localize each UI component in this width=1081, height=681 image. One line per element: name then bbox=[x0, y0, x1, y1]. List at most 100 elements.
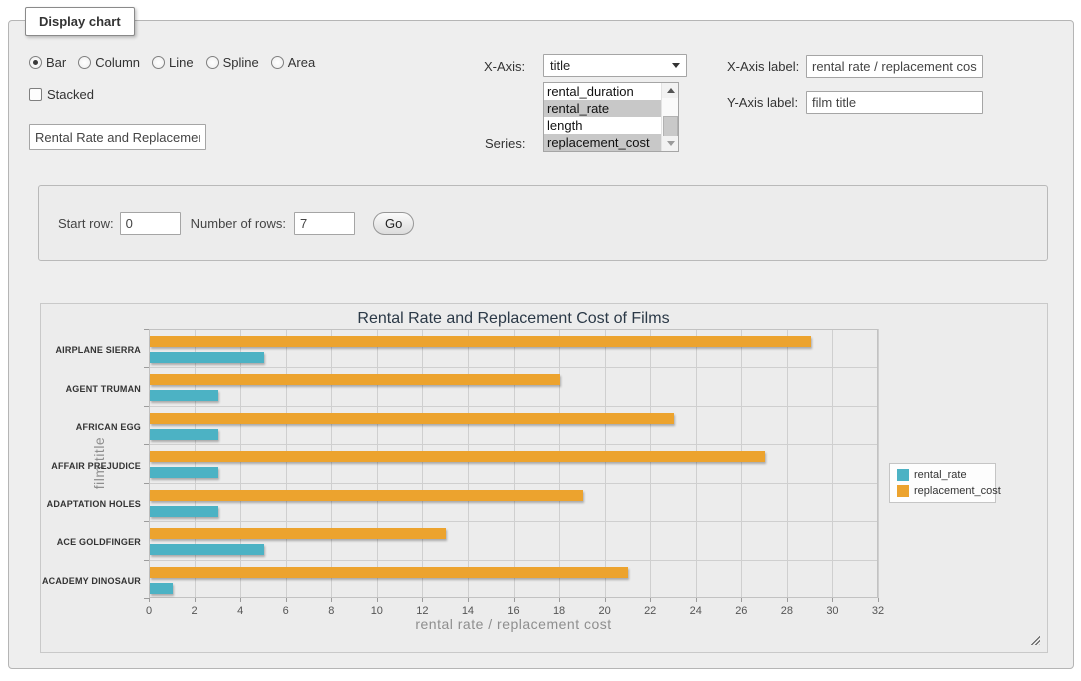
bar-rental_rate-ace-goldfinger[interactable] bbox=[150, 544, 264, 555]
bar-rental_rate-agent-truman[interactable] bbox=[150, 390, 218, 401]
bar-rental_rate-airplane-sierra[interactable] bbox=[150, 352, 264, 363]
category-label: AFFAIR PREJUDICE bbox=[41, 461, 141, 471]
plot-area bbox=[149, 329, 878, 598]
x-tick bbox=[605, 598, 606, 602]
x-tick bbox=[696, 598, 697, 602]
x-tick bbox=[422, 598, 423, 602]
chart-type-radio-spline[interactable]: Spline bbox=[206, 55, 259, 70]
series-multiselect[interactable]: rental_durationrental_ratelengthreplacem… bbox=[543, 82, 679, 152]
radio-icon bbox=[29, 56, 42, 69]
y-axis-label-input[interactable] bbox=[806, 91, 983, 114]
x-axis-title: rental rate / replacement cost bbox=[149, 616, 878, 632]
bar-replacement_cost-airplane-sierra[interactable] bbox=[150, 336, 811, 347]
y-tick bbox=[144, 367, 149, 368]
bar-replacement_cost-affair-prejudice[interactable] bbox=[150, 451, 765, 462]
x-tick-label: 30 bbox=[817, 605, 847, 617]
stacked-checkbox[interactable] bbox=[29, 88, 42, 101]
panel-title: Display chart bbox=[25, 7, 135, 36]
x-axis-label-input[interactable] bbox=[806, 55, 983, 78]
chevron-down-icon bbox=[672, 63, 680, 68]
y-axis-label-field-label: Y-Axis label: bbox=[727, 95, 798, 110]
category-label: AIRPLANE SIERRA bbox=[41, 345, 141, 355]
radio-icon bbox=[152, 56, 165, 69]
x-tick-label: 22 bbox=[635, 605, 665, 617]
scrollbar-thumb[interactable] bbox=[663, 116, 678, 138]
x-tick bbox=[650, 598, 651, 602]
chart-type-radio-column[interactable]: Column bbox=[78, 55, 140, 70]
series-option-rental_duration[interactable]: rental_duration bbox=[544, 83, 661, 100]
x-tick-label: 12 bbox=[407, 605, 437, 617]
x-tick bbox=[149, 598, 150, 602]
go-button[interactable]: Go bbox=[373, 212, 414, 235]
legend-swatch bbox=[897, 469, 909, 481]
x-tick-label: 32 bbox=[863, 605, 893, 617]
bar-replacement_cost-adaptation-holes[interactable] bbox=[150, 490, 583, 501]
start-row-label: Start row: bbox=[58, 216, 114, 231]
number-of-rows-input[interactable] bbox=[294, 212, 355, 235]
x-axis-select-label: X-Axis: bbox=[484, 59, 525, 74]
chart-type-radio-line[interactable]: Line bbox=[152, 55, 194, 70]
legend-item-replacement_cost[interactable]: replacement_cost bbox=[897, 485, 988, 497]
radio-icon bbox=[206, 56, 219, 69]
chart-type-radio-group: Bar Column Line Spline Area bbox=[29, 55, 315, 70]
x-tick-label: 6 bbox=[271, 605, 301, 617]
bar-replacement_cost-academy-dinosaur[interactable] bbox=[150, 567, 628, 578]
radio-label: Area bbox=[288, 55, 315, 70]
category-label: ACE GOLDFINGER bbox=[41, 537, 141, 547]
x-tick-label: 10 bbox=[362, 605, 392, 617]
arrow-down-icon bbox=[667, 141, 675, 146]
series-option-rental_rate[interactable]: rental_rate bbox=[544, 100, 661, 117]
x-tick-label: 2 bbox=[180, 605, 210, 617]
stacked-label: Stacked bbox=[47, 87, 94, 102]
radio-label: Line bbox=[169, 55, 194, 70]
x-tick bbox=[741, 598, 742, 602]
x-tick bbox=[195, 598, 196, 602]
x-tick bbox=[832, 598, 833, 602]
chart: Rental Rate and Replacement Cost of Film… bbox=[40, 303, 1048, 653]
x-tick-label: 18 bbox=[544, 605, 574, 617]
x-tick bbox=[240, 598, 241, 602]
category-label: AGENT TRUMAN bbox=[41, 384, 141, 394]
x-tick-label: 26 bbox=[726, 605, 756, 617]
bar-replacement_cost-african-egg[interactable] bbox=[150, 413, 674, 424]
series-option-replacement_cost[interactable]: replacement_cost bbox=[544, 134, 661, 151]
x-axis-select[interactable]: title bbox=[543, 54, 687, 77]
bar-rental_rate-academy-dinosaur[interactable] bbox=[150, 583, 173, 594]
series-select-label: Series: bbox=[485, 136, 525, 151]
chart-title-input[interactable] bbox=[29, 124, 206, 150]
bar-replacement_cost-ace-goldfinger[interactable] bbox=[150, 528, 446, 539]
y-tick bbox=[144, 406, 149, 407]
legend-label: replacement_cost bbox=[914, 485, 1001, 497]
bar-rental_rate-adaptation-holes[interactable] bbox=[150, 506, 218, 517]
chart-type-radio-bar[interactable]: Bar bbox=[29, 55, 66, 70]
bar-rental_rate-affair-prejudice[interactable] bbox=[150, 467, 218, 478]
x-tick-label: 0 bbox=[134, 605, 164, 617]
x-tick-label: 4 bbox=[225, 605, 255, 617]
scrollbar-up-button[interactable] bbox=[662, 83, 679, 98]
x-tick bbox=[514, 598, 515, 602]
page: Display chart Bar Column Line Spline Area St… bbox=[0, 0, 1081, 681]
row-range-panel: Start row: Number of rows: Go bbox=[38, 185, 1048, 261]
category-label: AFRICAN EGG bbox=[41, 422, 141, 432]
x-tick-label: 16 bbox=[499, 605, 529, 617]
x-tick bbox=[787, 598, 788, 602]
x-tick-label: 20 bbox=[590, 605, 620, 617]
radio-label: Bar bbox=[46, 55, 66, 70]
x-tick-label: 28 bbox=[772, 605, 802, 617]
legend-item-rental_rate[interactable]: rental_rate bbox=[897, 469, 988, 481]
bar-rental_rate-african-egg[interactable] bbox=[150, 429, 218, 440]
x-tick-label: 14 bbox=[453, 605, 483, 617]
x-tick bbox=[878, 598, 879, 602]
series-option-length[interactable]: length bbox=[544, 117, 661, 134]
radio-icon bbox=[271, 56, 284, 69]
x-tick bbox=[468, 598, 469, 602]
start-row-input[interactable] bbox=[120, 212, 181, 235]
resize-handle-icon[interactable] bbox=[1029, 634, 1040, 645]
series-scrollbar[interactable] bbox=[661, 83, 678, 151]
scrollbar-down-button[interactable] bbox=[662, 136, 679, 151]
chart-type-radio-area[interactable]: Area bbox=[271, 55, 315, 70]
x-tick bbox=[559, 598, 560, 602]
category-label: ADAPTATION HOLES bbox=[41, 499, 141, 509]
radio-icon bbox=[78, 56, 91, 69]
bar-replacement_cost-agent-truman[interactable] bbox=[150, 374, 560, 385]
